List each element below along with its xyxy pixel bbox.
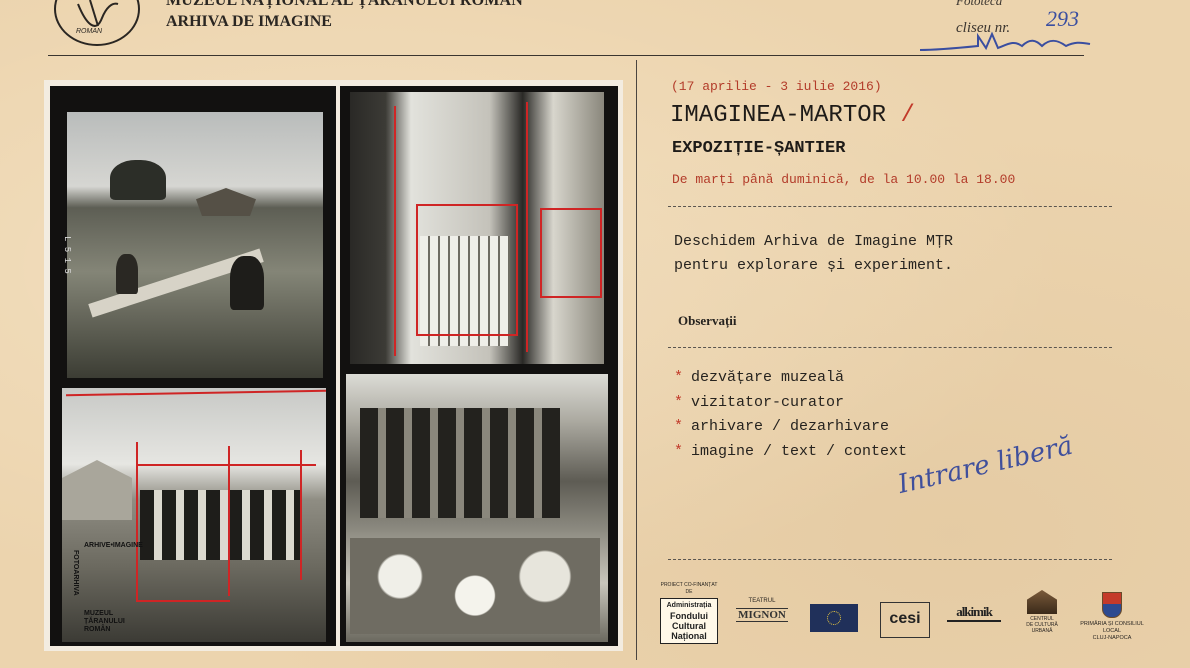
archive-name: ARHIVA DE IMAGINE (166, 13, 332, 30)
eu-flag-logo (810, 604, 858, 632)
stamp-vertical-text: FOTOARHIVA (72, 550, 79, 596)
eu-stars-icon (827, 611, 841, 625)
list-item-text: arhivare / dezarhivare (691, 418, 890, 435)
event-title-slash: / (900, 102, 915, 129)
photo-tree (110, 160, 166, 200)
photo-pottery (350, 538, 600, 634)
event-hours: De marți până duminică, de la 10.00 la 1… (672, 172, 1016, 187)
list-item-text: imagine / text / context (691, 442, 908, 460)
bullet-star-icon: * (674, 369, 684, 386)
afcn-line-2: Fondului (670, 611, 708, 621)
alkemik-text: alkimik (947, 604, 1001, 622)
vertical-divider (636, 60, 637, 660)
primaria-line-1: PRIMĂRIA ȘI CONSILIUL LOCAL (1080, 621, 1144, 634)
photo-field-scene (67, 112, 323, 378)
coat-of-arms-icon (1102, 592, 1122, 618)
list-item: * imagine / text / context (674, 440, 907, 465)
intro-line-1: Deschidem Arhiva de Imagine MȚR (674, 233, 954, 250)
photo-frame-church-gate (340, 86, 618, 372)
observations-list: * dezvățare muzeală * vizitator-curator * a… (674, 366, 907, 464)
tranzit-text: CENTRUL DE CULTURĂ URBANĂ (1024, 616, 1060, 634)
dashed-rule-3 (668, 559, 1112, 560)
primaria-logo: PRIMĂRIA ȘI CONSILIUL LOCAL CLUJ-NAPOCA (1074, 592, 1150, 642)
photo-crowd (420, 236, 510, 346)
museum-logo (54, 0, 140, 46)
film-edge-text: L 5 1 5 (62, 236, 72, 274)
alkemik-logo: alkimik (947, 604, 1001, 622)
stamp-museum-text: MUZEUL ȚĂRANULUI ROMÂN (84, 610, 125, 634)
mignon-line-2: MIGNON (736, 608, 788, 622)
photo-frame-field-work: L 5 1 5 (50, 86, 336, 382)
bullet-star-icon: * (674, 418, 684, 435)
afcn-box: Administrația Fondului Cultural Național (660, 598, 718, 644)
fototeca-label: Fototeca (956, 0, 1003, 8)
list-item: * arhivare / dezarhivare (674, 415, 907, 440)
list-item: * vizitator-curator (674, 391, 907, 416)
museum-stamp: FOTOARHIVA ARHIVE•IMAGINE MUZEUL ȚĂRANUL… (72, 540, 143, 640)
photo-market-people (360, 408, 560, 518)
tranzit-line-3: URBANĂ (1031, 628, 1053, 634)
photo-men-group (140, 490, 300, 560)
dashed-rule-1 (668, 206, 1112, 207)
stamp-line-1: MUZEUL (84, 610, 114, 617)
photo-frame-village-group: FOTOARHIVA ARHIVE•IMAGINE MUZEUL ȚĂRANUL… (50, 380, 336, 646)
handwritten-signature (918, 28, 1093, 63)
afcn-line-3: Cultural (671, 621, 706, 631)
afcn-header: PROIECT CO-FINANȚAT DE (660, 582, 718, 595)
tranzit-logo: CENTRUL DE CULTURĂ URBANĂ (1024, 590, 1060, 634)
bullet-star-icon: * (674, 393, 684, 411)
photo-contact-sheet: L 5 1 5 FOTOARHIVA ARHIVE•IMAGINE MUZEUL (44, 80, 623, 651)
event-title: IMAGINEA-MARTOR / (670, 102, 915, 129)
intro-line-2: pentru explorare și experiment. (674, 257, 954, 274)
dashed-rule-2 (668, 347, 1112, 348)
mignon-line-1: TEATRUL (748, 598, 776, 604)
house-icon (1027, 590, 1057, 614)
afcn-line-4: Național (671, 631, 707, 641)
event-dates: (17 aprilie - 3 iulie 2016) (671, 79, 882, 94)
logo-label: ROMAN (76, 28, 103, 35)
cesi-text: cesi (889, 610, 921, 627)
afcn-logo: PROIECT CO-FINANȚAT DE Administrația Fon… (660, 582, 718, 644)
photo-person-2 (116, 254, 138, 294)
museum-name: MUZEUL NAȚIONAL AL ȚĂRANULUI ROMÂN (166, 0, 524, 9)
header-rule (48, 55, 1084, 56)
bullet-star-icon: * (674, 442, 684, 460)
stamp-arc-text: ARHIVE•IMAGINE (84, 542, 143, 549)
list-item-text: vizitator-curator (691, 393, 845, 411)
cesi-logo: cesi (880, 602, 930, 638)
event-subtitle: EXPOZIȚIE-ȘANTIER (672, 139, 846, 158)
event-intro: Deschidem Arhiva de Imagine MȚR pentru e… (674, 230, 953, 278)
afcn-line-1: Administrația (666, 602, 712, 609)
observations-label: Observații (678, 313, 737, 328)
primaria-line-2: CLUJ-NAPOCA (1092, 635, 1132, 641)
museum-logo-mark (77, 0, 119, 27)
photo-frame-pottery-market (340, 368, 618, 646)
event-title-main: IMAGINEA-MARTOR (670, 102, 887, 129)
list-item: * dezvățare muzeală (674, 366, 907, 391)
list-item-text: dezvățare muzeală (691, 369, 845, 386)
mignon-logo: TEATRUL MIGNON (736, 598, 788, 622)
stamp-line-2: ȚĂRANULUI (84, 618, 125, 625)
stamp-line-3: ROMÂN (84, 626, 111, 633)
photo-person (230, 256, 264, 310)
